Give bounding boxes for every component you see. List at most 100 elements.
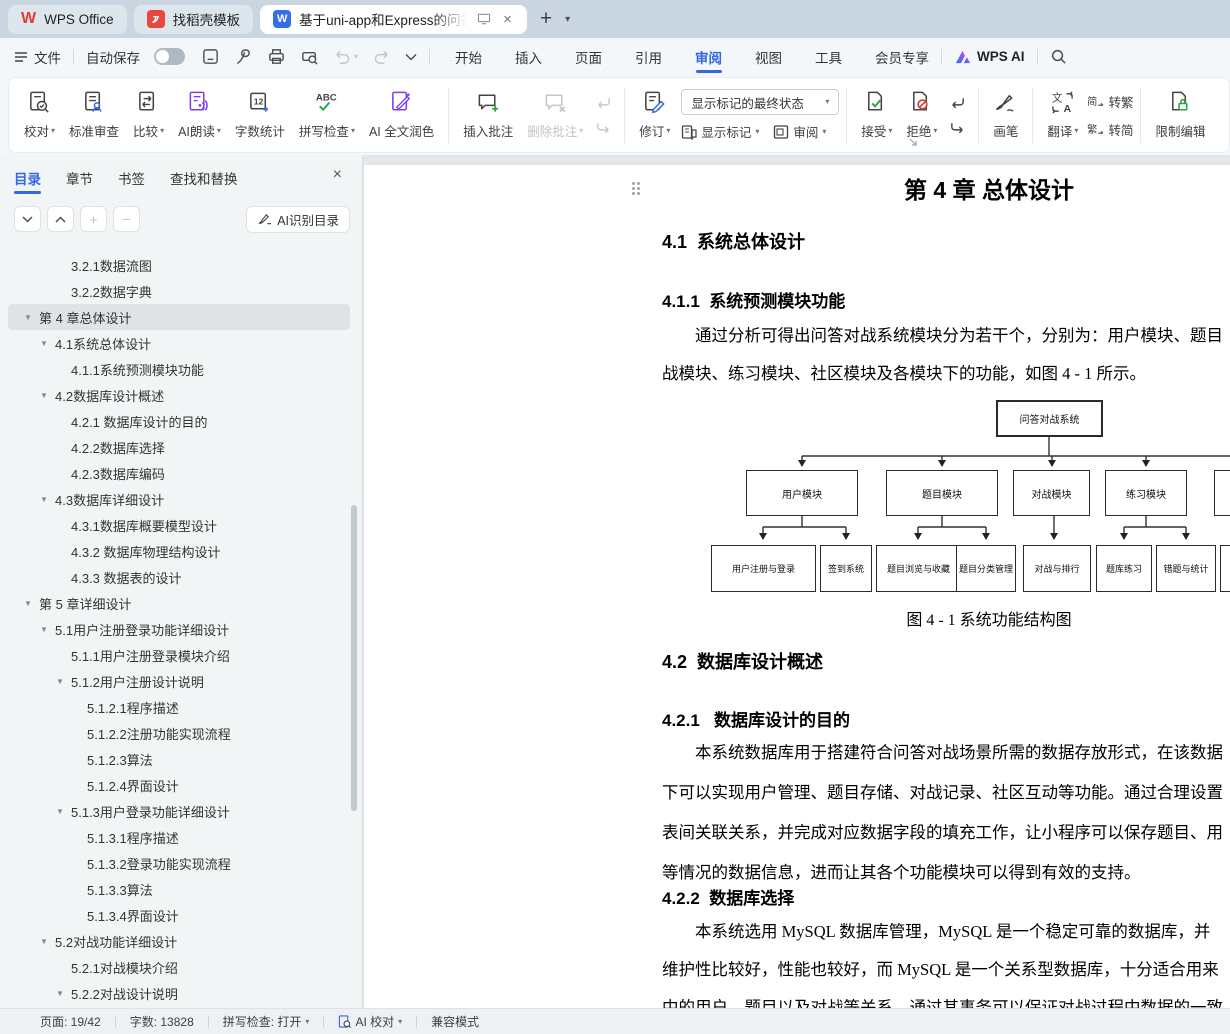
more-commands-icon[interactable]: [405, 53, 417, 61]
toc-item[interactable]: ▼第 4 章总体设计: [8, 304, 350, 330]
save-icon[interactable]: [201, 47, 220, 66]
review-pane-button[interactable]: 审阅▾: [773, 122, 826, 141]
tab-page[interactable]: 页面: [575, 39, 602, 75]
expand-all-button[interactable]: [14, 206, 41, 232]
tab-review[interactable]: 审阅: [695, 39, 722, 75]
toc-item[interactable]: ▼第 5 章详细设计: [8, 590, 350, 616]
next-comment-icon[interactable]: [595, 121, 612, 135]
tab-docer-template[interactable]: 找稻壳模板: [134, 5, 254, 34]
toc-item[interactable]: 5.1.2.3算法: [8, 746, 350, 772]
to-traditional-button[interactable]: 简 转繁: [1087, 92, 1133, 111]
export-pdf-icon[interactable]: [234, 47, 253, 66]
ai-polish-button[interactable]: AI 全文润色: [362, 85, 441, 145]
track-changes-button[interactable]: 修订▾: [632, 85, 677, 145]
toc-item[interactable]: 4.3.2 数据库物理结构设计: [8, 538, 350, 564]
zoom-out-button[interactable]: −: [113, 206, 140, 232]
ai-read-aloud-button[interactable]: AI朗读▾: [171, 85, 228, 145]
tab-document[interactable]: W 基于uni-app和Express的问答 ×: [260, 5, 527, 34]
spell-check-button[interactable]: ABC 拼写检查▾: [292, 85, 362, 145]
word-count-button[interactable]: 12 字数统计: [228, 85, 292, 145]
previous-comment-icon[interactable]: [595, 96, 612, 110]
toc-item[interactable]: 5.1.3.3算法: [8, 876, 350, 902]
toc-item[interactable]: 5.1.1用户注册登录模块介绍: [8, 642, 350, 668]
close-icon[interactable]: ×: [333, 167, 342, 183]
autosave-toggle[interactable]: [154, 48, 185, 65]
restrict-editing-button[interactable]: 限制编辑: [1148, 85, 1212, 145]
standard-review-button[interactable]: 标准审查: [62, 85, 126, 145]
tab-list-chevron-icon[interactable]: ▾: [565, 14, 570, 25]
toc-item[interactable]: 5.2.1对战模块介绍: [8, 954, 350, 980]
expand-arrow-icon[interactable]: ▼: [22, 313, 34, 322]
sidebar-tab-contents[interactable]: 目录: [14, 168, 41, 198]
toc-item[interactable]: ▼4.3数据库详细设计: [8, 486, 350, 512]
toc-item[interactable]: 3.2.1数据流图: [8, 252, 350, 278]
next-change-icon[interactable]: [949, 121, 966, 135]
zoom-in-button[interactable]: +: [80, 206, 107, 232]
toc-item[interactable]: 5.1.2.2注册功能实现流程: [8, 720, 350, 746]
print-preview-icon[interactable]: [300, 47, 319, 66]
delete-comment-button[interactable]: 删除批注▾: [520, 85, 590, 145]
screen-share-icon[interactable]: [475, 13, 493, 25]
tab-home[interactable]: 开始: [455, 39, 482, 75]
drag-handle-icon[interactable]: [632, 182, 646, 198]
wps-ai-button[interactable]: WPS AI: [954, 49, 1025, 65]
collapse-all-button[interactable]: [47, 206, 74, 232]
compare-button[interactable]: 比较▾: [126, 85, 171, 145]
toc-item[interactable]: ▼5.2对战功能详细设计: [8, 928, 350, 954]
toc-item[interactable]: ▼4.1系统总体设计: [8, 330, 350, 356]
sidebar-tab-chapters[interactable]: 章节: [66, 168, 93, 198]
ai-proofread-indicator[interactable]: AI 校对▾: [338, 1013, 402, 1030]
tab-insert[interactable]: 插入: [515, 39, 542, 75]
insert-comment-button[interactable]: 插入批注: [456, 85, 520, 145]
toc-item[interactable]: 5.1.3.1程序描述: [8, 824, 350, 850]
pen-button[interactable]: 画笔: [986, 85, 1025, 145]
document-page[interactable]: 第 4 章 总体设计 4.1 系统总体设计 4.1.1 系统预测模块功能 通过分…: [364, 165, 1230, 1008]
ai-recognize-toc-button[interactable]: AI识别目录: [246, 206, 350, 233]
spellcheck-indicator[interactable]: 拼写检查: 打开▾: [223, 1013, 310, 1030]
toc-item[interactable]: 3.2.2数据字典: [8, 278, 350, 304]
redo-icon[interactable]: [372, 48, 391, 65]
proofread-button[interactable]: 校对▾: [17, 85, 62, 145]
sidebar-tab-bookmarks[interactable]: 书签: [118, 168, 145, 198]
previous-change-icon[interactable]: [949, 96, 966, 110]
close-icon[interactable]: ×: [501, 11, 514, 28]
toc-item[interactable]: 5.1.3.4界面设计: [8, 902, 350, 928]
toc-item[interactable]: 5.1.2.1程序描述: [8, 694, 350, 720]
figure-canvas[interactable]: 问答对战系统用户模块题目模块对战模块练习模块用户注册与登录签到系统题目浏览与收藏…: [364, 395, 1230, 607]
accept-changes-button[interactable]: 接受▾: [854, 85, 899, 145]
tab-membership[interactable]: 会员专享: [875, 39, 929, 75]
toc-item[interactable]: 4.3.3 数据表的设计: [8, 564, 350, 590]
toc-item[interactable]: 5.1.3.2登录功能实现流程: [8, 850, 350, 876]
toc-item[interactable]: 4.2.2数据库选择: [8, 434, 350, 460]
word-count-indicator[interactable]: 字数: 13828: [130, 1013, 194, 1030]
expand-arrow-icon[interactable]: ▼: [54, 677, 66, 686]
expand-arrow-icon[interactable]: ▼: [38, 625, 50, 634]
tab-view[interactable]: 视图: [755, 39, 782, 75]
undo-icon[interactable]: ▾: [333, 48, 358, 65]
print-icon[interactable]: [267, 47, 286, 66]
expand-arrow-icon[interactable]: ▼: [54, 989, 66, 998]
group-expand-icon[interactable]: [909, 138, 918, 147]
sidebar-scrollbar-thumb[interactable]: [351, 505, 357, 811]
toc-item[interactable]: ▼5.1.2用户注册设计说明: [8, 668, 350, 694]
tab-wps-office[interactable]: W WPS Office: [8, 5, 127, 34]
markup-state-select[interactable]: 显示标记的最终状态 ▾: [681, 89, 839, 115]
new-tab-button[interactable]: +: [534, 7, 558, 31]
sidebar-tab-find-replace[interactable]: 查找和替换: [170, 168, 238, 198]
show-markup-button[interactable]: 显示标记▾: [681, 122, 759, 141]
tab-tools[interactable]: 工具: [815, 39, 842, 75]
expand-arrow-icon[interactable]: ▼: [38, 495, 50, 504]
toc-item[interactable]: 4.3.1数据库概要模型设计: [8, 512, 350, 538]
toc-item[interactable]: 4.1.1系统预测模块功能: [8, 356, 350, 382]
tab-reference[interactable]: 引用: [635, 39, 662, 75]
toc-item[interactable]: 4.2.1 数据库设计的目的: [8, 408, 350, 434]
toc-item[interactable]: ▼5.1.3用户登录功能详细设计: [8, 798, 350, 824]
toc-item[interactable]: ▼4.2数据库设计概述: [8, 382, 350, 408]
toc-item[interactable]: 5.1.2.4界面设计: [8, 772, 350, 798]
expand-arrow-icon[interactable]: ▼: [38, 339, 50, 348]
reject-changes-button[interactable]: 拒绝▾: [899, 85, 944, 145]
file-menu[interactable]: 文件: [14, 47, 61, 67]
expand-arrow-icon[interactable]: ▼: [38, 391, 50, 400]
translate-button[interactable]: 文A 翻译▾: [1040, 85, 1085, 145]
expand-arrow-icon[interactable]: ▼: [22, 599, 34, 608]
